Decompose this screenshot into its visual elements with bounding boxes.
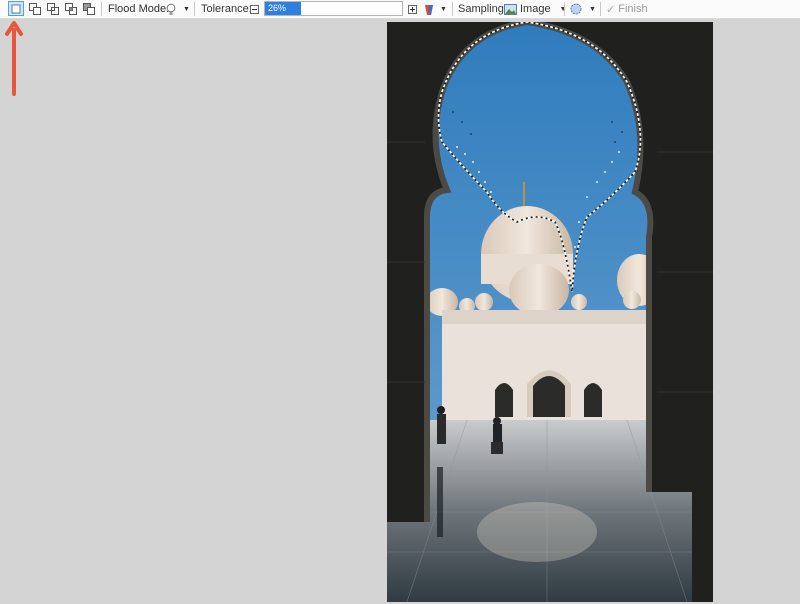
flood-mode-dropdown[interactable]: ▼	[166, 0, 190, 18]
tolerance-slider[interactable]: 26%	[264, 1, 403, 16]
toolbar: Flood Mode: ▼ Tolerance: 26% ▼ Sampling:…	[0, 0, 800, 19]
paint-bucket-icon	[425, 4, 433, 15]
toolbar-separator	[194, 2, 195, 16]
exclude-mode-button[interactable]	[45, 1, 61, 16]
exclude-icon	[47, 2, 59, 15]
antialiasing-dropdown[interactable]: ▼	[570, 0, 596, 18]
intersect-mode-button[interactable]	[63, 1, 79, 16]
plus-icon	[408, 4, 417, 14]
toolbar-separator	[600, 2, 601, 16]
invert-mode-button[interactable]	[81, 1, 97, 16]
chevron-down-icon: ▼	[183, 5, 190, 13]
chevron-down-icon: ▼	[440, 5, 447, 13]
toolbar-separator	[101, 2, 102, 16]
sampling-value: Image	[520, 3, 551, 15]
finish-button[interactable]: ✓ Finish	[606, 0, 648, 18]
image-icon	[504, 3, 517, 15]
chevron-down-icon: ▼	[589, 5, 596, 13]
annotation-arrow	[5, 21, 23, 96]
alpha-mode-dropdown[interactable]: ▼	[424, 0, 447, 18]
intersect-icon	[65, 2, 77, 15]
checkmark-icon: ✓	[606, 3, 616, 16]
replace-mode-button[interactable]	[8, 1, 24, 16]
sampling-dropdown[interactable]: Image ▼	[504, 0, 567, 18]
union-icon	[29, 2, 41, 15]
mosque-photo	[387, 22, 713, 602]
tolerance-label: Tolerance:	[201, 3, 252, 15]
tolerance-decrease-button[interactable]	[250, 0, 259, 18]
minus-icon	[250, 4, 259, 14]
finish-label: Finish	[618, 3, 648, 15]
sampling-label: Sampling:	[458, 3, 507, 15]
toolbar-separator	[564, 2, 565, 16]
flood-mode-label: Flood Mode:	[108, 3, 170, 15]
tolerance-value: 26%	[268, 3, 287, 13]
replace-icon	[11, 4, 21, 13]
lightbulb-icon	[166, 3, 176, 15]
union-mode-button[interactable]	[27, 1, 43, 16]
invert-icon	[83, 2, 95, 15]
antialiasing-icon	[570, 3, 582, 15]
tolerance-increase-button[interactable]	[408, 0, 417, 18]
image-canvas[interactable]	[387, 22, 713, 602]
toolbar-separator	[452, 2, 453, 16]
